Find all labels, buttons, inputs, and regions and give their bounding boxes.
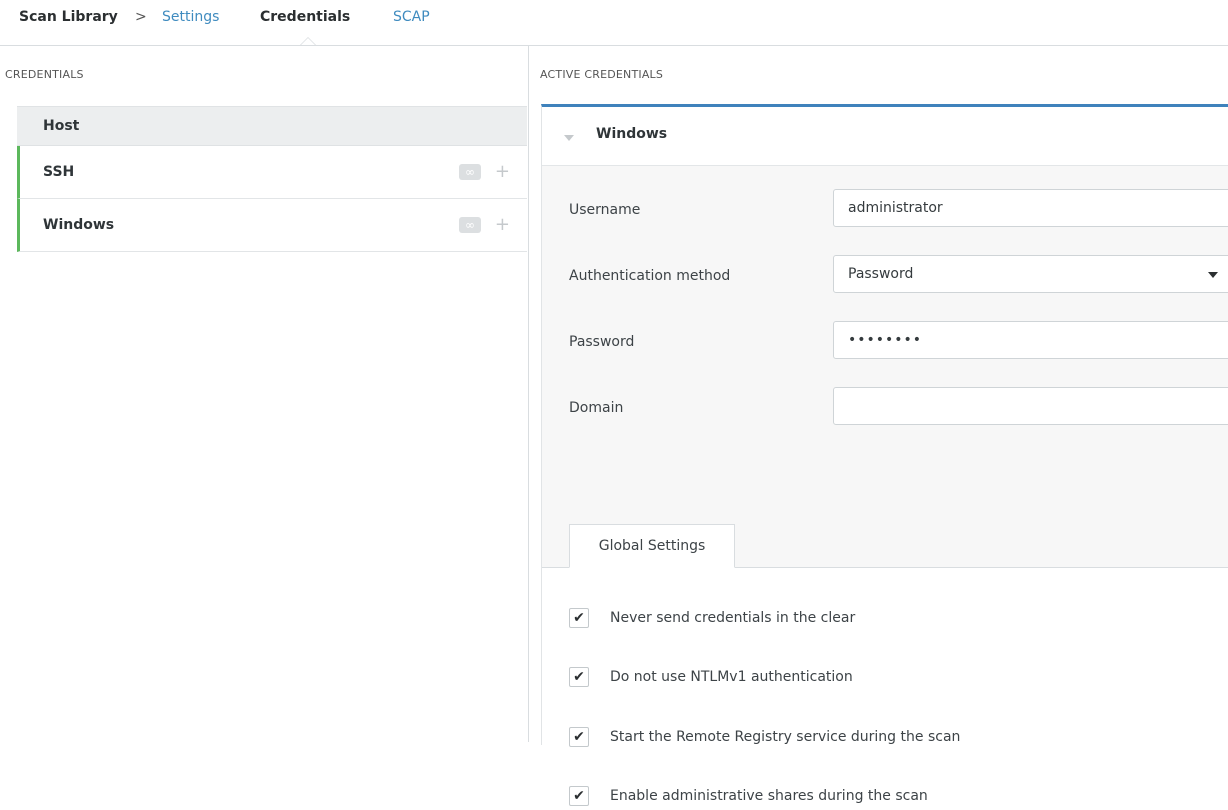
top-navigation: Scan Library > Settings Credentials SCAP [0, 0, 1228, 46]
panel-title: Windows [596, 126, 668, 142]
password-label: Password [569, 334, 635, 350]
checkbox-checked[interactable]: ✔ [569, 786, 589, 806]
auth-method-label: Authentication method [569, 268, 731, 284]
windows-credential-panel: Windows Username administrator Authentic… [541, 104, 1228, 806]
checkbox-label: Do not use NTLMv1 authentication [610, 669, 853, 685]
auth-method-select[interactable]: Password [833, 255, 1228, 293]
active-credentials-section-title: ACTIVE CREDENTIALS [540, 68, 664, 81]
collapse-triangle-icon[interactable] [564, 135, 574, 141]
credentials-list-panel: CREDENTIALS Host SSH ∞ + Windows ∞ + [0, 46, 529, 742]
global-settings-content: ✔ Never send credentials in the clear ✔ … [542, 568, 1228, 806]
credentials-category-host[interactable]: Host [17, 106, 527, 146]
credential-item-label: SSH [43, 164, 75, 180]
checkbox-checked[interactable]: ✔ [569, 667, 589, 687]
username-input[interactable]: administrator [833, 189, 1228, 227]
domain-input[interactable] [833, 387, 1228, 425]
checkbox-checked[interactable]: ✔ [569, 608, 589, 628]
tab-settings[interactable]: Settings [162, 9, 219, 25]
username-label: Username [569, 202, 641, 218]
tab-scap[interactable]: SCAP [393, 9, 430, 25]
plus-icon[interactable]: + [495, 199, 510, 251]
checkbox-label: Never send credentials in the clear [610, 610, 856, 626]
plus-icon[interactable]: + [495, 146, 510, 198]
credential-item-ssh[interactable]: SSH ∞ + [17, 146, 527, 199]
checkbox-checked[interactable]: ✔ [569, 727, 589, 747]
auth-method-value: Password [848, 266, 914, 282]
breadcrumb-separator-icon: > [135, 9, 147, 25]
active-tab-caret [300, 37, 316, 45]
tab-global-settings[interactable]: Global Settings [569, 524, 735, 568]
checkbox-label: Start the Remote Registry service during… [610, 729, 961, 745]
chevron-down-icon [1208, 272, 1218, 278]
active-credentials-panel: ACTIVE CREDENTIALS Windows Username admi… [529, 46, 1228, 806]
panel-header[interactable]: Windows [542, 107, 1228, 166]
infinity-icon: ∞ [459, 164, 481, 180]
infinity-icon: ∞ [459, 217, 481, 233]
domain-label: Domain [569, 400, 624, 416]
breadcrumb-root[interactable]: Scan Library [19, 9, 118, 25]
tab-credentials[interactable]: Credentials [260, 9, 350, 25]
checkbox-label: Enable administrative shares during the … [610, 788, 928, 804]
credentials-list: Host SSH ∞ + Windows ∞ + [17, 106, 527, 252]
credential-item-label: Windows [43, 217, 115, 233]
credentials-section-title: CREDENTIALS [5, 68, 84, 81]
credential-item-windows[interactable]: Windows ∞ + [17, 199, 527, 252]
password-input[interactable]: •••••••• [833, 321, 1228, 359]
